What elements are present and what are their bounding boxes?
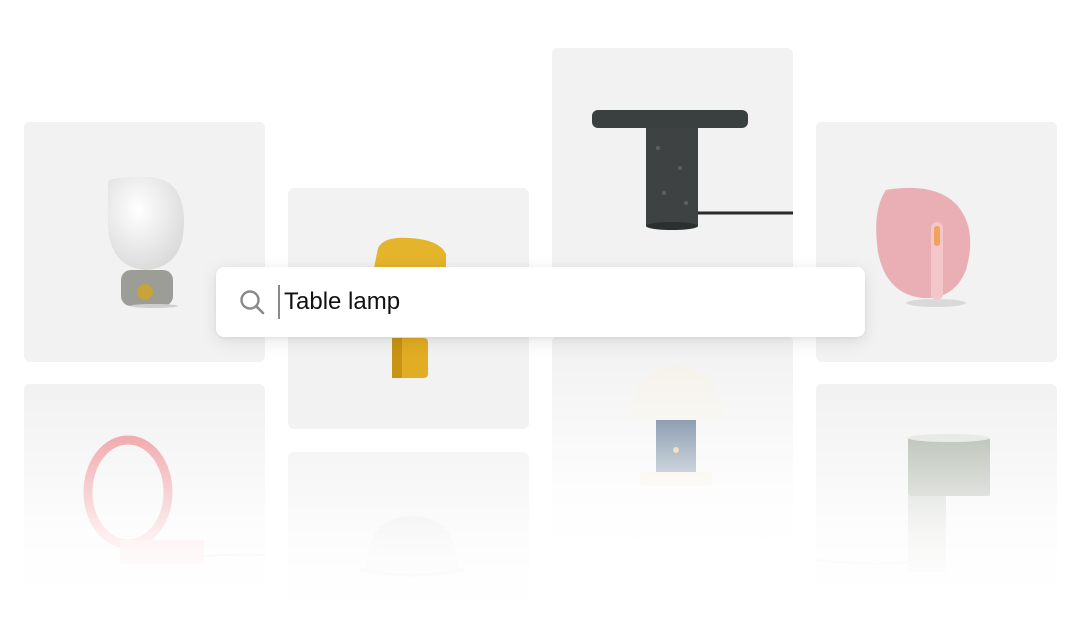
white-dome-lamp-icon	[359, 516, 465, 577]
pink-ring-lamp-icon	[83, 435, 265, 564]
result-card-white-dome-lamp[interactable]	[288, 452, 529, 612]
result-card-mushroom-lamp[interactable]	[552, 336, 793, 551]
result-card-pink-ring-lamp[interactable]	[24, 384, 265, 594]
search-bar[interactable]	[216, 267, 865, 337]
result-card-stone-pedestal-lamp[interactable]	[552, 48, 793, 290]
search-icon	[240, 290, 265, 315]
result-card-sage-cylinder-lamp[interactable]	[816, 384, 1057, 594]
mushroom-lamp-icon	[630, 366, 724, 486]
text-cursor	[278, 285, 280, 319]
search-input[interactable]	[284, 282, 804, 322]
sage-cylinder-lamp-icon	[816, 434, 990, 572]
stone-pedestal-lamp-icon	[592, 110, 793, 230]
